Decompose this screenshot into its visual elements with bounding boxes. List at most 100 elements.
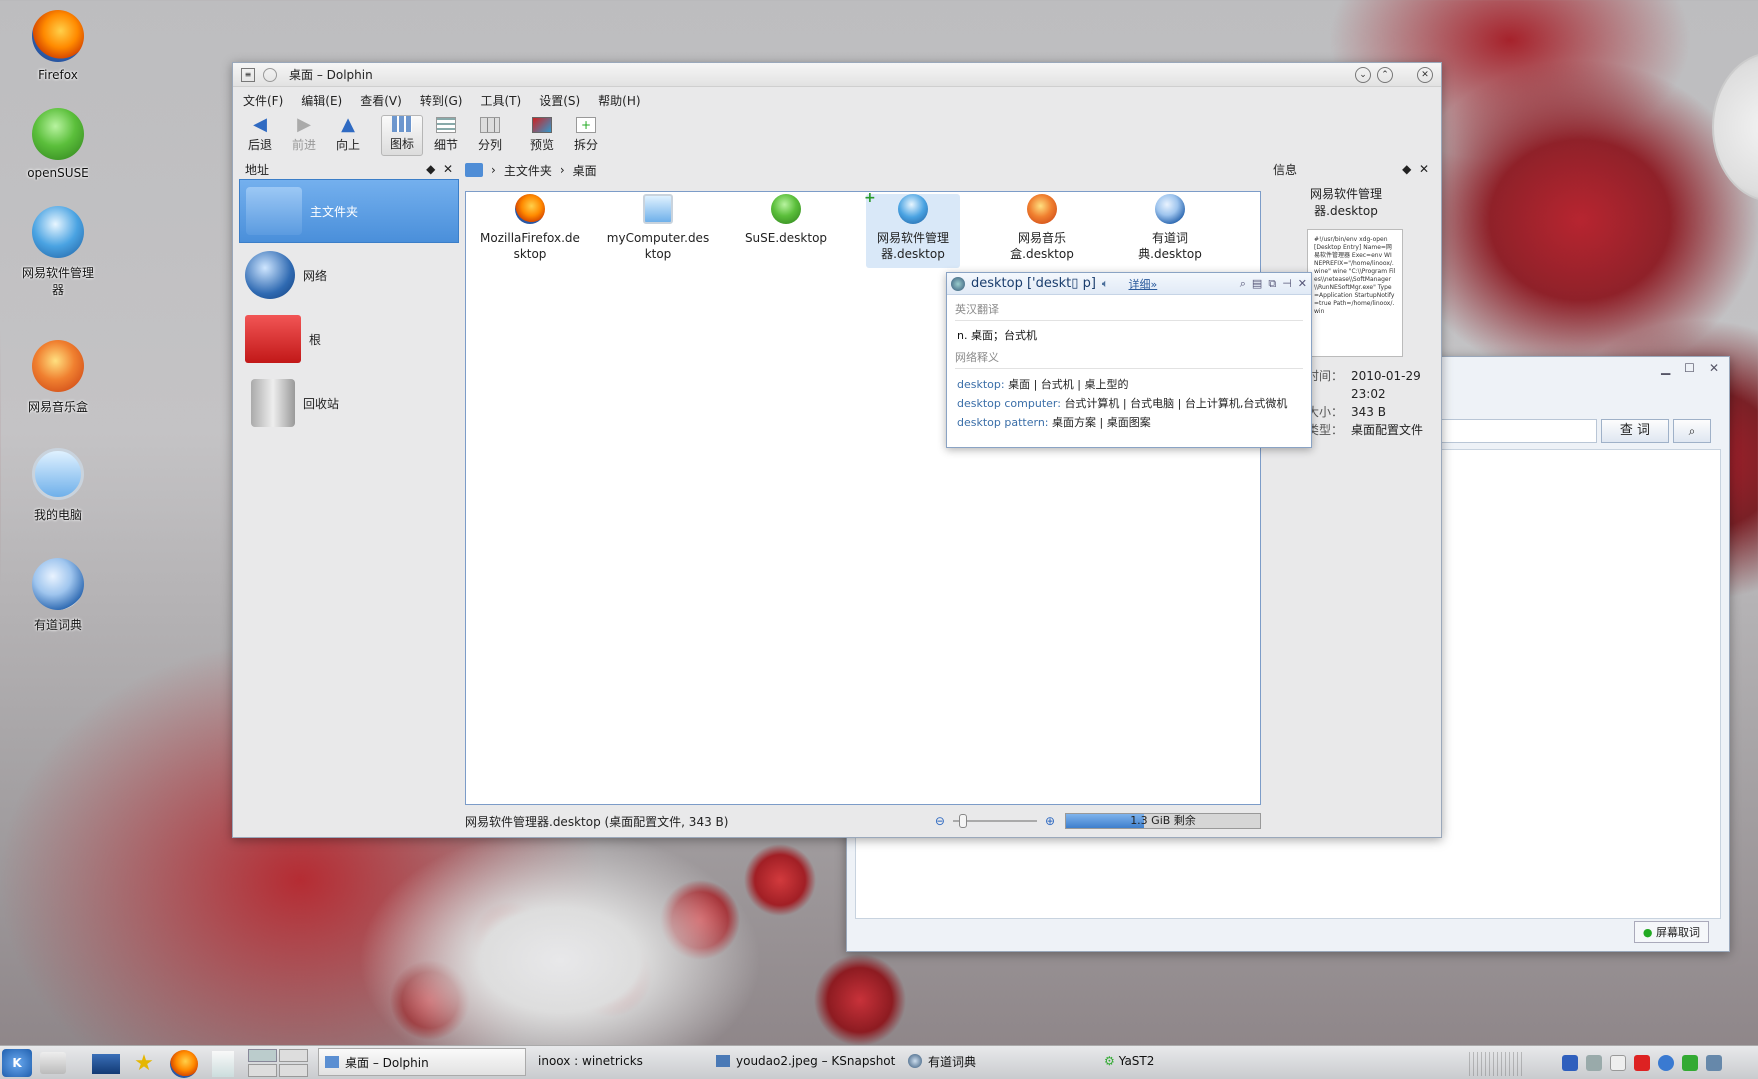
zoom-out-icon[interactable]: ⊖ bbox=[935, 814, 945, 828]
up-button[interactable]: ▲ 向上 bbox=[327, 114, 369, 156]
task-ksnapshot[interactable]: youdao2.jpeg – KSnapshot bbox=[710, 1046, 900, 1076]
file-item[interactable]: 网易音乐 盒.desktop bbox=[986, 194, 1098, 262]
desktop-icon-software-manager[interactable]: 网易软件管理器 bbox=[6, 206, 110, 298]
software-manager-icon bbox=[32, 206, 84, 258]
pager-desktop-2[interactable] bbox=[279, 1049, 308, 1062]
zoom-slider[interactable] bbox=[952, 814, 1037, 828]
search-word-button[interactable]: 查 词 bbox=[1601, 419, 1669, 443]
add-selection-icon[interactable]: + bbox=[864, 190, 876, 206]
close-icon[interactable]: ✕ bbox=[1298, 277, 1307, 290]
menu-edit[interactable]: 编辑(E) bbox=[301, 92, 342, 109]
desktop-icon-label: 有道词典 bbox=[33, 618, 82, 632]
desktop-icon-music-box[interactable]: 网易音乐盒 bbox=[6, 340, 110, 415]
screen-capture-toggle[interactable]: ● 屏幕取词 bbox=[1633, 921, 1709, 943]
youdao-search-input[interactable] bbox=[1441, 419, 1597, 443]
task-terminal[interactable]: inoox : winetricks bbox=[532, 1046, 702, 1076]
forward-button[interactable]: ▶ 前进 bbox=[283, 114, 325, 156]
firefox-icon bbox=[515, 194, 545, 224]
minimize-icon[interactable]: ▁ bbox=[1661, 361, 1670, 375]
close-icon[interactable]: ✕ bbox=[443, 162, 453, 176]
network-icon[interactable] bbox=[1658, 1055, 1674, 1071]
info-panel-header: 信息 ◆ ✕ bbox=[1273, 162, 1429, 177]
columns-view-button[interactable]: 分列 bbox=[469, 117, 511, 156]
dict-detail-link[interactable]: 详细» bbox=[1129, 276, 1158, 292]
info-icon[interactable] bbox=[1562, 1055, 1578, 1071]
warning-icon[interactable] bbox=[1634, 1055, 1650, 1071]
desktop-icon-firefox[interactable]: Firefox bbox=[6, 10, 110, 82]
dolphin-window[interactable]: ≡ 桌面 – Dolphin ⌄ ⌃ ✕ 文件(F) 编辑(E) 查看(V) 转… bbox=[232, 62, 1442, 838]
dict-section-title: 网络释义 bbox=[955, 349, 1303, 369]
volume-icon[interactable] bbox=[1586, 1055, 1602, 1071]
pager-desktop-4[interactable] bbox=[279, 1064, 308, 1077]
menu-view[interactable]: 查看(V) bbox=[360, 92, 402, 109]
maximize-icon[interactable]: ☐ bbox=[1684, 361, 1695, 375]
dolphin-titlebar[interactable]: ≡ 桌面 – Dolphin ⌄ ⌃ ✕ bbox=[233, 63, 1441, 87]
search-icon[interactable]: ⌕ bbox=[1240, 277, 1246, 291]
arrow-right-icon: ▶ bbox=[297, 114, 311, 135]
place-network[interactable]: 网络 bbox=[239, 243, 459, 307]
file-item[interactable]: MozillaFirefox.de sktop bbox=[474, 194, 586, 262]
places-panel: 地址 ◆ ✕ 主文件夹 网络 根 回收站 bbox=[239, 159, 459, 831]
zoom-in-icon[interactable]: ⊕ bbox=[1045, 814, 1055, 828]
desktop-icon-youdao-dict[interactable]: 有道词典 bbox=[6, 558, 110, 633]
arrow-up-icon: ▲ bbox=[341, 114, 355, 135]
computer-icon bbox=[643, 194, 673, 224]
task-yast[interactable]: ⚙ YaST2 bbox=[1098, 1046, 1288, 1076]
menu-help[interactable]: 帮助(H) bbox=[598, 92, 640, 109]
menu-file[interactable]: 文件(F) bbox=[243, 92, 283, 109]
home-icon[interactable] bbox=[465, 163, 483, 177]
back-button[interactable]: ◀ 后退 bbox=[239, 116, 281, 156]
slider-handle[interactable] bbox=[958, 814, 967, 828]
task-dolphin[interactable]: 桌面 – Dolphin bbox=[318, 1048, 526, 1076]
place-root[interactable]: 根 bbox=[239, 307, 459, 371]
place-home[interactable]: 主文件夹 bbox=[239, 179, 459, 243]
close-icon[interactable]: ✕ bbox=[1417, 66, 1433, 83]
clipboard-icon[interactable] bbox=[1610, 1055, 1626, 1071]
details-view-button[interactable]: 细节 bbox=[425, 117, 467, 156]
music-box-icon bbox=[1027, 194, 1057, 224]
pager[interactable] bbox=[248, 1049, 308, 1077]
file-item[interactable]: 有道词 典.desktop bbox=[1114, 194, 1226, 262]
task-youdao[interactable]: 有道词典 bbox=[902, 1046, 1092, 1076]
float-icon[interactable]: ◆ bbox=[1402, 162, 1411, 176]
quicklaunch-firefox-icon[interactable] bbox=[170, 1050, 198, 1078]
pager-desktop-3[interactable] bbox=[248, 1064, 277, 1077]
preview-button[interactable]: 预览 bbox=[521, 117, 563, 156]
search-icon-button[interactable]: ⌕ bbox=[1673, 419, 1711, 443]
add-wordbook-icon[interactable]: ▤ bbox=[1252, 277, 1262, 290]
file-item-selected[interactable]: + 网易软件管理 器.desktop bbox=[864, 190, 960, 268]
place-trash[interactable]: 回收站 bbox=[239, 371, 459, 435]
youdao-tray-icon[interactable] bbox=[1706, 1055, 1722, 1071]
float-icon[interactable]: ◆ bbox=[426, 162, 435, 176]
window-menu-icon[interactable]: ≡ bbox=[241, 67, 255, 82]
close-icon[interactable]: ✕ bbox=[1419, 162, 1429, 176]
split-button[interactable]: + 拆分 bbox=[565, 117, 607, 156]
kde-menu-button[interactable]: K bbox=[2, 1049, 32, 1077]
pager-desktop-1[interactable] bbox=[248, 1049, 277, 1062]
maximize-icon[interactable]: ⌃ bbox=[1377, 66, 1393, 83]
close-icon[interactable]: ✕ bbox=[1709, 361, 1719, 375]
quicklaunch-favorites-icon[interactable]: ★ bbox=[130, 1052, 158, 1076]
desktop-icon-computer[interactable]: 我的电脑 bbox=[6, 448, 110, 523]
copy-icon[interactable]: ⧉ bbox=[1268, 277, 1276, 291]
quicklaunch-desktop-icon[interactable] bbox=[92, 1054, 120, 1074]
youdao-window-controls: ▁ ☐ ✕ bbox=[1661, 361, 1719, 375]
quicklaunch-monitor-icon[interactable] bbox=[40, 1052, 66, 1074]
minimize-icon[interactable]: ⌄ bbox=[1355, 66, 1371, 83]
pin-icon[interactable]: ⊣ bbox=[1282, 277, 1292, 290]
file-item[interactable]: myComputer.des ktop bbox=[602, 194, 714, 262]
dict-popup[interactable]: desktop ['deskt▯ p] 🔈︎ 详细» ⌕ ▤ ⧉ ⊣ ✕ 英汉翻… bbox=[946, 272, 1312, 448]
updater-icon[interactable] bbox=[1682, 1055, 1698, 1071]
breadcrumb-current[interactable]: 桌面 bbox=[573, 162, 597, 179]
menu-tools[interactable]: 工具(T) bbox=[480, 92, 521, 109]
speaker-icon[interactable]: 🔈︎ bbox=[1102, 277, 1109, 291]
youdao-search-bar: 查 词 ⌕ bbox=[1441, 419, 1711, 443]
desktop-icon-opensuse[interactable]: openSUSE bbox=[6, 108, 110, 180]
file-item[interactable]: SuSE.desktop bbox=[730, 194, 842, 246]
quicklaunch-notes-icon[interactable] bbox=[212, 1051, 234, 1077]
breadcrumb-home[interactable]: 主文件夹 bbox=[504, 162, 552, 179]
menu-settings[interactable]: 设置(S) bbox=[539, 92, 580, 109]
menu-go[interactable]: 转到(G) bbox=[420, 92, 463, 109]
icons-view-button[interactable]: 图标 bbox=[381, 115, 423, 156]
sticky-icon[interactable] bbox=[263, 67, 277, 82]
